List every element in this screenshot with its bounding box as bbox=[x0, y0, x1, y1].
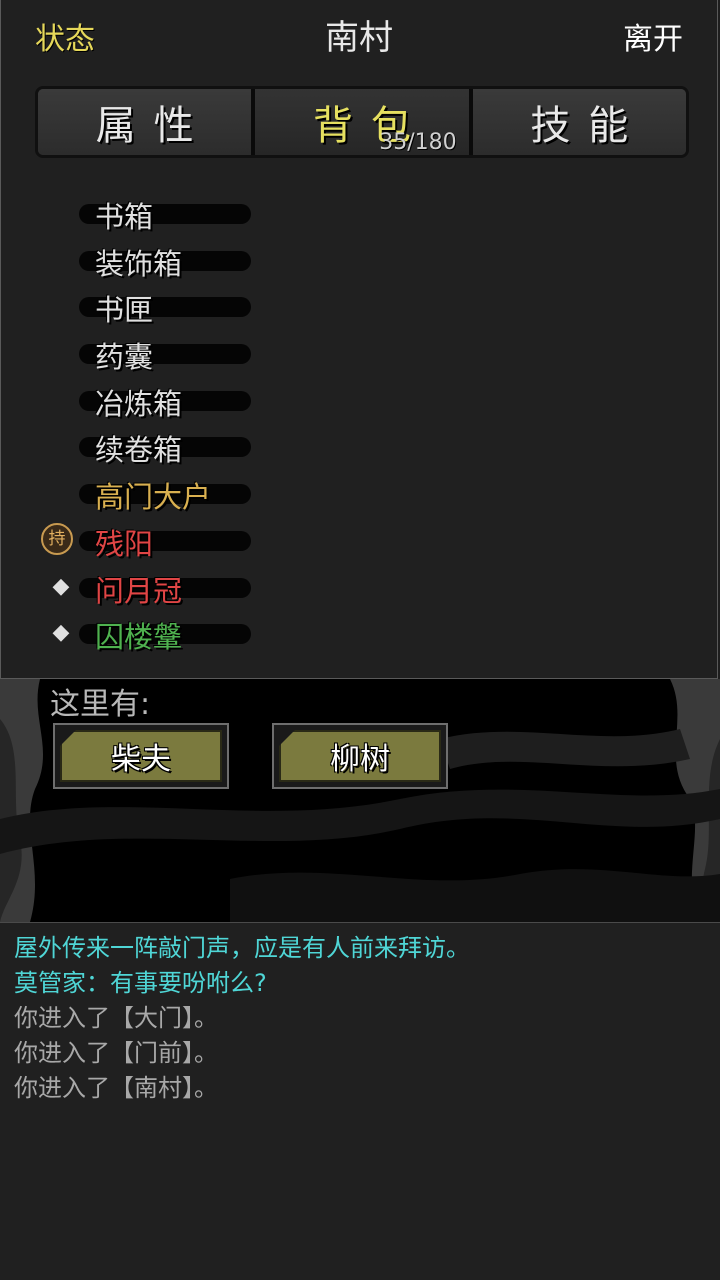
tab-attributes[interactable]: 属性 bbox=[38, 89, 252, 155]
item-row[interactable]: 冶炼箱 bbox=[1, 377, 719, 424]
item-row[interactable]: 药囊 bbox=[1, 330, 719, 377]
game-screen: 状态 南村 离开 属性 背包 35/180 技能 书箱 装饰箱 书匣 药囊 冶炼箱 续卷箱… bbox=[0, 0, 720, 1280]
log-line: 你进入了【大门】。 bbox=[14, 1004, 218, 1032]
tab-label: 属性 bbox=[95, 103, 212, 149]
item-name: 书匣 bbox=[95, 293, 154, 328]
scene-area: 这里有: 柴夫 柳树 bbox=[0, 679, 720, 922]
item-row[interactable]: 书匣 bbox=[1, 283, 719, 330]
held-badge-icon: 持 bbox=[41, 522, 73, 555]
item-name: 残阳 bbox=[95, 526, 154, 561]
item-name: 续卷箱 bbox=[95, 433, 183, 468]
item-row[interactable]: 持残阳 bbox=[1, 517, 719, 564]
tab-bag[interactable]: 背包 35/180 bbox=[251, 89, 469, 155]
item-name: 装饰箱 bbox=[95, 246, 183, 281]
item-row[interactable]: 书箱 bbox=[1, 190, 719, 237]
inventory-panel: 状态 南村 离开 属性 背包 35/180 技能 书箱 装饰箱 书匣 药囊 冶炼箱 续卷箱… bbox=[0, 0, 718, 679]
log-line: 你进入了【门前】。 bbox=[14, 1039, 218, 1067]
log-line: 你进入了【南村】。 bbox=[14, 1074, 218, 1102]
npc-button-woodcutter[interactable]: 柴夫 bbox=[53, 723, 229, 789]
log-line: 莫管家：有事要吩咐么? bbox=[14, 969, 267, 997]
tab-bar: 属性 背包 35/180 技能 bbox=[35, 86, 689, 158]
log-line: 屋外传来一阵敲门声，应是有人前来拜访。 bbox=[14, 934, 470, 962]
item-row[interactable]: ◆ 囚楼鞶 bbox=[1, 610, 719, 657]
leave-button[interactable]: 离开 bbox=[623, 14, 683, 58]
item-row[interactable]: ◆ 问月冠 bbox=[1, 564, 719, 611]
npc-button-willow[interactable]: 柳树 bbox=[272, 723, 448, 789]
npc-name: 柳树 bbox=[279, 730, 441, 782]
here-label: 这里有: bbox=[50, 687, 151, 722]
message-log: 屋外传来一阵敲门声，应是有人前来拜访。 莫管家：有事要吩咐么? 你进入了【大门】。你… bbox=[0, 922, 720, 1280]
item-name: 药囊 bbox=[95, 340, 154, 375]
item-row[interactable]: 装饰箱 bbox=[1, 237, 719, 284]
item-name: 高门大户 bbox=[95, 480, 212, 515]
location-title: 南村 bbox=[325, 18, 393, 58]
equipped-diamond-icon: ◆ bbox=[52, 620, 70, 646]
item-name: 囚楼鞶 bbox=[95, 620, 183, 655]
item-row[interactable]: 高门大户 bbox=[1, 470, 719, 517]
equipped-diamond-icon: ◆ bbox=[52, 573, 70, 599]
item-name: 冶炼箱 bbox=[95, 386, 183, 421]
item-name: 问月冠 bbox=[95, 573, 183, 608]
item-list: 书箱装饰箱书匣药囊冶炼箱续卷箱高门大户持残阳 ◆ 问月冠 ◆ 囚楼鞶 bbox=[1, 190, 719, 657]
bag-capacity-count: 35/180 bbox=[379, 130, 457, 155]
npc-name: 柴夫 bbox=[60, 730, 222, 782]
item-name: 书箱 bbox=[95, 200, 154, 234]
tab-label: 技能 bbox=[530, 103, 647, 149]
item-row[interactable]: 续卷箱 bbox=[1, 423, 719, 470]
tab-skills[interactable]: 技能 bbox=[468, 89, 686, 155]
